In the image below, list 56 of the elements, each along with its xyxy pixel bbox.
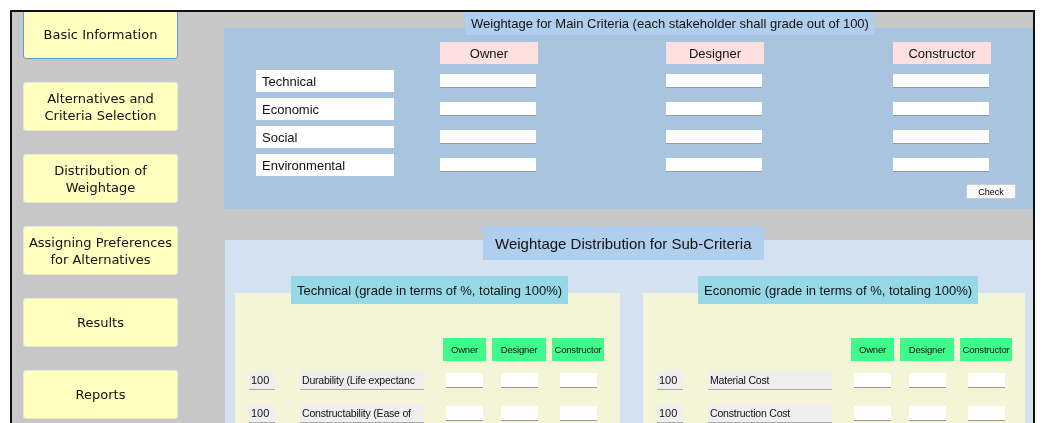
column-header: Designer — [666, 42, 764, 64]
group-title: Economic (grade in terms of %, totaling 100%) — [698, 276, 979, 304]
group-title: Technical (grade in terms of %, totaling 100%) — [291, 276, 569, 304]
id-field: 100 — [249, 371, 275, 390]
column-header: Constructor — [552, 338, 604, 361]
subcriterion-field: Material Cost — [708, 371, 832, 390]
grade-input[interactable] — [500, 406, 538, 421]
criterion-label: Technical — [256, 70, 394, 92]
column-header: Constructor — [893, 42, 991, 64]
grade-input[interactable] — [893, 130, 989, 144]
grade-input[interactable] — [854, 406, 891, 421]
grade-input[interactable] — [440, 158, 536, 172]
grade-input[interactable] — [893, 102, 989, 116]
grade-input[interactable] — [559, 406, 597, 421]
nav-button[interactable]: Basic Information — [23, 12, 178, 59]
check-button[interactable]: Check — [966, 184, 1016, 200]
nav-button[interactable]: Alternatives and Criteria Selection — [23, 82, 178, 131]
grade-input[interactable] — [559, 373, 597, 388]
subcriterion-field: Construction Cost — [708, 404, 832, 423]
grade-input[interactable] — [666, 102, 762, 116]
id-field: 100 — [249, 404, 275, 423]
column-header: Owner — [443, 338, 486, 361]
column-header: Constructor — [960, 338, 1012, 361]
subcriterion-field: Constructability (Ease of — [300, 404, 424, 423]
section-title: Weightage for Main Criteria (each stakeholder shall grade out of 100) — [465, 12, 875, 35]
column-header: Designer — [900, 338, 954, 361]
id-field: 100 — [657, 371, 683, 390]
subcriterion-field: Durability (Life expectanc — [300, 371, 424, 390]
grade-input[interactable] — [446, 373, 483, 388]
grade-input[interactable] — [440, 74, 536, 88]
nav-button[interactable]: Distribution of Weightage — [23, 154, 178, 203]
grade-input[interactable] — [440, 130, 536, 144]
column-header: Designer — [492, 338, 546, 361]
id-field: 100 — [657, 404, 683, 423]
column-header: Owner — [440, 42, 538, 64]
criterion-label: Economic — [256, 98, 394, 120]
grade-input[interactable] — [854, 373, 891, 388]
grade-input[interactable] — [446, 406, 483, 421]
nav-button[interactable]: Reports — [23, 370, 178, 419]
grade-input[interactable] — [908, 406, 946, 421]
grade-input[interactable] — [893, 158, 989, 172]
grade-input[interactable] — [967, 373, 1005, 388]
grade-input[interactable] — [967, 406, 1005, 421]
grade-input[interactable] — [666, 158, 762, 172]
column-header: Owner — [851, 338, 894, 361]
section-title: Weightage Distribution for Sub-Criteria — [483, 226, 764, 260]
grade-input[interactable] — [440, 102, 536, 116]
grade-input[interactable] — [500, 373, 538, 388]
nav-button[interactable]: Results — [23, 298, 178, 347]
nav-button[interactable]: Assigning Preferences for Alternatives — [23, 226, 178, 275]
grade-input[interactable] — [908, 373, 946, 388]
grade-input[interactable] — [893, 74, 989, 88]
criterion-label: Social — [256, 126, 394, 148]
criterion-label: Environmental — [256, 154, 394, 176]
grade-input[interactable] — [666, 74, 762, 88]
grade-input[interactable] — [666, 130, 762, 144]
